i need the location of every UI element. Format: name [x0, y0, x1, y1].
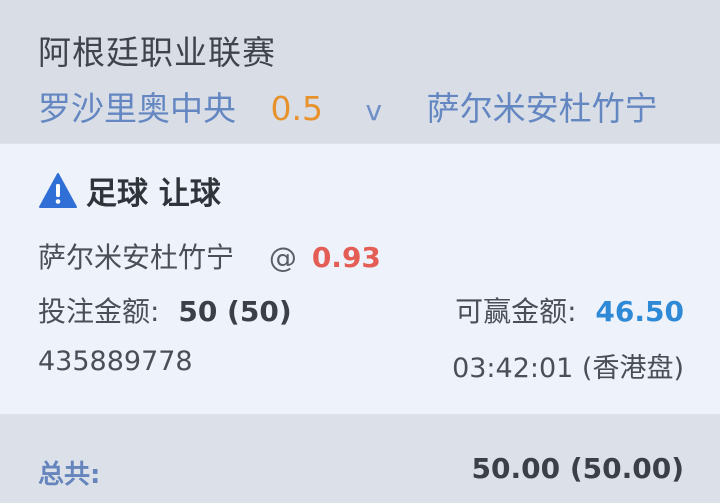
bet-id: 435889778 — [38, 346, 193, 377]
stake-value: 50 (50) — [178, 295, 292, 328]
bet-time: 03:42:01 (香港盘) — [452, 353, 684, 384]
handicap-value: 0.5 — [270, 89, 323, 128]
match-line: 罗沙里奥中央 0.5 v 萨尔米安杜竹宁 — [38, 82, 658, 130]
stake-label: 投注金额: — [38, 295, 160, 328]
at-symbol: @ — [268, 241, 297, 274]
total-value: 50.00 (50.00) — [471, 452, 684, 485]
versus-label: v — [365, 94, 383, 127]
payout-value: 46.50 — [595, 295, 684, 328]
stake-row: 投注金额: 50 (50) — [38, 290, 292, 330]
home-team: 罗沙里奥中央 — [38, 89, 236, 128]
bet-type-label: 足球 让球 — [86, 176, 221, 212]
away-team: 萨尔米安杜竹宁 — [426, 89, 658, 128]
total-label: 总共: — [38, 460, 101, 490]
warning-icon — [39, 172, 77, 208]
odds-value: 0.93 — [311, 241, 381, 274]
selection-team: 萨尔米安杜竹宁 — [38, 241, 235, 274]
payout-label: 可赢金额: — [455, 295, 577, 328]
league-name: 阿根廷职业联赛 — [38, 33, 276, 72]
bet-selection: 萨尔米安杜竹宁 @ 0.93 — [38, 236, 381, 276]
payout-row: 可赢金额: 46.50 — [455, 290, 684, 330]
match-header: 阿根廷职业联赛 罗沙里奥中央 0.5 v 萨尔米安杜竹宁 — [0, 0, 720, 143]
bet-type-title: 足球 让球 — [38, 168, 221, 213]
